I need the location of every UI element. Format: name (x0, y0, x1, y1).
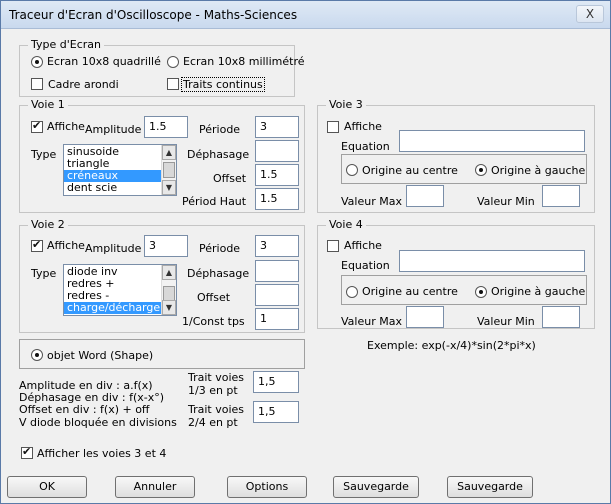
window-title: Traceur d'Ecran d'Oscilloscope - Maths-S… (9, 8, 298, 22)
voie1-legend: Voie 1 (28, 98, 68, 111)
voie4-valmin-input[interactable] (542, 306, 580, 328)
voie4-valmin-label: Valeur Min (477, 315, 535, 328)
voie4-legend: Voie 4 (326, 218, 366, 231)
voie3-legend: Voie 3 (326, 98, 366, 111)
voie1-dephasage-input[interactable] (255, 140, 299, 162)
voie1-scrollbar[interactable]: ▲ ▼ (161, 145, 176, 195)
voie3-equation-label: Equation (341, 140, 390, 153)
voie1-offset-label: Offset (213, 172, 247, 185)
trait13-label2: 1/3 en pt (188, 384, 238, 397)
voie2-amplitude-label: Amplitude (85, 242, 142, 255)
afficher34-checkbox[interactable] (21, 445, 33, 459)
voie3-equation-input[interactable] (399, 130, 585, 152)
voie1-offset-input[interactable]: 1.5 (255, 164, 299, 186)
cadre-arondi-label: Cadre arondi (48, 78, 119, 91)
voie2-const-input[interactable]: 1 (255, 308, 299, 330)
ecran-quadrille-radio[interactable] (31, 56, 43, 68)
sauvegarde1-button[interactable]: Sauvegarde (333, 476, 419, 498)
voie4-valmax-label: Valeur Max (341, 315, 402, 328)
voie1-periode-input[interactable]: 3 (255, 116, 299, 138)
voie2-periode-label: Période (199, 242, 241, 255)
voie2-legend: Voie 2 (28, 218, 68, 231)
ok-button[interactable]: OK (7, 476, 87, 498)
voie1-dephasage-label: Déphasage (187, 148, 250, 161)
voie4-origine-gauche-radio[interactable] (475, 286, 487, 298)
traits-continus-label: Traits continus (181, 77, 265, 92)
afficher34-label: Afficher les voies 3 et 4 (37, 447, 167, 460)
dialog-window: Traceur d'Ecran d'Oscilloscope - Maths-S… (0, 0, 611, 504)
trait24-input[interactable]: 1,5 (253, 401, 299, 423)
voie3-origine-gauche-label: Origine à gauche (491, 164, 586, 177)
voie2-dephasage-label: Déphasage (187, 267, 250, 280)
voie4-valmax-input[interactable] (406, 306, 444, 328)
trait13-input[interactable]: 1,5 (253, 371, 299, 393)
trait24-label1: Trait voies (188, 403, 245, 416)
list-item-selected[interactable]: charge/décharge (64, 302, 176, 314)
voie4-equation-label: Equation (341, 259, 390, 272)
voie2-offset-input[interactable] (255, 284, 299, 306)
voie2-type-label: Type (31, 267, 57, 280)
voie3-origine-centre-label: Origine au centre (362, 164, 458, 177)
list-item[interactable]: dent scie (64, 182, 176, 194)
type-ecran-legend: Type d'Ecran (28, 38, 105, 51)
voie2-amplitude-input[interactable]: 3 (144, 235, 188, 257)
voie1-affiche-checkbox[interactable] (31, 119, 43, 133)
objet-word-radio[interactable] (31, 349, 43, 361)
voie1-amplitude-label: Amplitude (85, 123, 142, 136)
voie3-valmin-label: Valeur Min (477, 195, 535, 208)
voie4-equation-input[interactable] (399, 250, 585, 272)
voie2-affiche-label: Affiche (47, 239, 85, 252)
voie3-valmax-input[interactable] (406, 185, 444, 207)
note-diode: V diode bloquée en divisions (19, 416, 177, 429)
traits-continus-checkbox[interactable] (167, 78, 179, 90)
scroll-thumb[interactable] (163, 162, 175, 178)
objet-word-label: objet Word (Shape) (47, 349, 154, 362)
ecran-millimetre-label: Ecran 10x8 millimétré (183, 55, 305, 68)
voie1-periode-label: Période (199, 123, 241, 136)
voie2-type-listbox[interactable]: diode inv redres + redres - charge/décha… (63, 264, 177, 316)
voie3-origine-gauche-radio[interactable] (475, 164, 487, 176)
scroll-down-icon[interactable]: ▼ (162, 300, 176, 315)
exemple-text: Exemple: exp(-x/4)*sin(2*pi*x) (367, 339, 536, 352)
scroll-up-icon[interactable]: ▲ (162, 145, 176, 160)
trait13-label1: Trait voies (188, 371, 245, 384)
voie4-origine-centre-label: Origine au centre (362, 285, 458, 298)
voie2-scrollbar[interactable]: ▲ ▼ (161, 265, 176, 315)
voie3-origine-centre-radio[interactable] (346, 164, 358, 176)
annuler-button[interactable]: Annuler (115, 476, 195, 498)
voie3-valmax-label: Valeur Max (341, 195, 402, 208)
voie1-amplitude-input[interactable]: 1.5 (144, 116, 188, 138)
voie1-periodhaut-input[interactable]: 1.5 (255, 188, 299, 210)
note-offset: Offset en div : f(x) + off (19, 403, 150, 416)
voie4-origine-centre-radio[interactable] (346, 286, 358, 298)
trait24-label2: 2/4 en pt (188, 416, 238, 429)
voie2-periode-input[interactable]: 3 (255, 235, 299, 257)
voie1-affiche-label: Affiche (47, 120, 85, 133)
options-button[interactable]: Options (227, 476, 307, 498)
voie2-offset-label: Offset (197, 291, 231, 304)
ecran-quadrille-label: Ecran 10x8 quadrillé (47, 55, 161, 68)
voie3-affiche-checkbox[interactable] (327, 121, 339, 133)
cadre-arondi-checkbox[interactable] (31, 78, 43, 90)
close-button[interactable]: X (576, 5, 604, 23)
voie2-dephasage-input[interactable] (255, 260, 299, 282)
voie3-valmin-input[interactable] (542, 185, 580, 207)
voie2-const-label: 1/Const tps (182, 315, 245, 328)
ecran-millimetre-radio[interactable] (167, 56, 179, 68)
voie1-type-label: Type (31, 148, 57, 161)
voie1-periodhaut-label: Périod Haut (182, 195, 247, 208)
sauvegarde2-button[interactable]: Sauvegarde (447, 476, 533, 498)
voie4-affiche-label: Affiche (344, 239, 382, 252)
scroll-up-icon[interactable]: ▲ (162, 265, 176, 280)
voie3-affiche-label: Affiche (344, 120, 382, 133)
scroll-down-icon[interactable]: ▼ (162, 180, 176, 195)
voie4-affiche-checkbox[interactable] (327, 240, 339, 252)
voie2-affiche-checkbox[interactable] (31, 238, 43, 252)
voie4-origine-gauche-label: Origine à gauche (491, 285, 586, 298)
title-bar: Traceur d'Ecran d'Oscilloscope - Maths-S… (1, 1, 610, 29)
voie1-type-listbox[interactable]: sinusoide triangle créneaux dent scie ▲ … (63, 144, 177, 196)
